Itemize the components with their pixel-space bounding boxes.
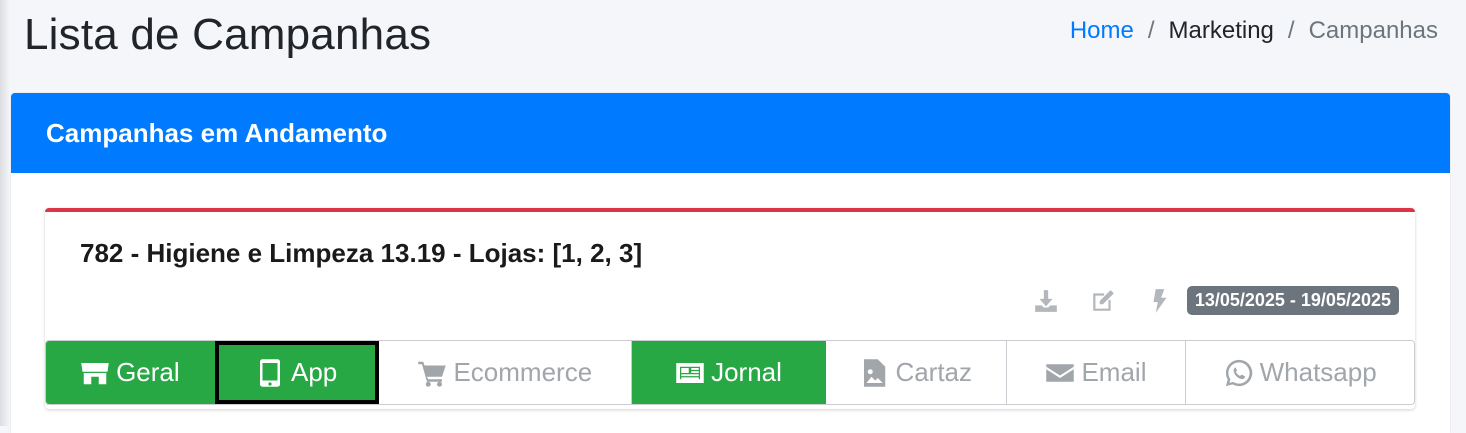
breadcrumb-marketing[interactable]: Marketing [1169,17,1274,45]
channel-label: Cartaz [895,357,973,387]
card-title: Campanhas em Andamento [46,117,388,148]
breadcrumb-home-link[interactable]: Home [1070,17,1134,45]
channel-app-button[interactable]: App [214,341,379,404]
channel-whatsapp-button[interactable]: Whatsapp [1186,341,1414,404]
cart-icon [418,361,447,387]
channel-label: App [291,357,338,387]
breadcrumb-separator: / [1287,17,1295,44]
campaign-title: 782 - Higiene e Limpeza 13.19 - Lojas: [… [80,238,643,268]
channel-label: Ecommerce [453,357,593,387]
left-shadow [0,0,10,426]
campaigns-card: Campanhas em Andamento 782 - Higiene e L… [11,93,1450,433]
channel-ecommerce-button[interactable]: Ecommerce [378,341,633,404]
channel-cartaz-button[interactable]: Cartaz [825,341,1007,404]
mobile-icon [260,358,280,387]
date-range-badge: 13/05/2025 - 19/05/2025 [1186,286,1399,315]
file-image-icon [864,358,886,387]
channel-jornal-button[interactable]: Jornal [632,341,826,404]
breadcrumb-separator: / [1147,17,1155,44]
channel-email-button[interactable]: Email [1006,341,1187,404]
channel-label: Jornal [711,357,782,387]
channel-geral-button[interactable]: Geral [46,341,215,404]
edit-icon[interactable] [1090,288,1116,314]
envelope-icon [1046,363,1075,382]
whatsapp-icon [1225,359,1252,386]
channel-button-group: Geral App Ecommerce Jornal Cartaz Email [45,340,1415,405]
newspaper-icon [676,362,704,383]
bolt-icon[interactable] [1147,288,1173,314]
breadcrumb-current: Campanhas [1308,17,1438,44]
download-icon[interactable] [1033,288,1059,314]
campaign-item: 782 - Higiene e Limpeza 13.19 - Lojas: [… [45,208,1415,409]
card-header: Campanhas em Andamento [11,93,1450,173]
page-title: Lista de Campanhas [24,10,432,59]
channel-label: Whatsapp [1259,357,1377,387]
channel-label: Email [1081,357,1147,387]
breadcrumb: Home / Marketing / Campanhas [1070,17,1438,45]
store-icon [81,362,109,384]
campaign-actions: 13/05/2025 - 19/05/2025 [1033,286,1399,315]
channel-label: Geral [116,357,180,387]
